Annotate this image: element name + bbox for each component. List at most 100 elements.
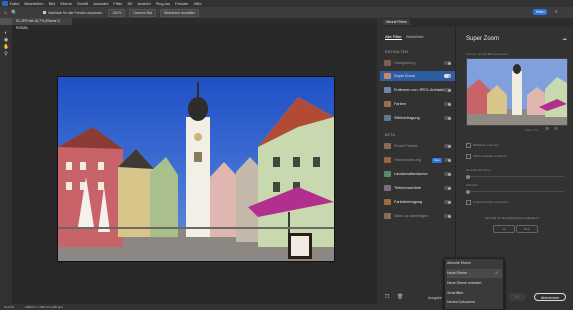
toggle-switch[interactable] <box>444 214 451 218</box>
document-tab[interactable]: 01.JPG bei 16,7% (Ebene 0, RGB/8) <box>12 18 72 30</box>
menu-hilfe[interactable]: Hilfe <box>194 1 202 6</box>
preview-image <box>467 59 567 125</box>
filter-item-stiluebertragung[interactable]: Stilübertragung <box>380 113 455 123</box>
output-option-new-layer[interactable]: Neue Ebene ✓ <box>447 269 502 278</box>
toggle-switch[interactable] <box>444 158 451 162</box>
feedback-yes-button[interactable]: Ja <box>493 225 515 233</box>
layers-icon[interactable]: ❐ <box>384 294 390 300</box>
filter-item-makeup[interactable]: Make-up übertragen <box>380 211 455 221</box>
output-option-new-layer-masked[interactable]: Neue Ebene maskiert <box>447 279 502 288</box>
menu-ebene[interactable]: Ebene <box>60 1 72 6</box>
toggle-switch[interactable] <box>444 144 451 148</box>
option-checkbox-1[interactable] <box>466 143 471 148</box>
photoshop-logo-icon <box>2 1 8 6</box>
toggle-switch[interactable] <box>444 172 451 176</box>
toggle-switch[interactable] <box>444 186 451 190</box>
filter-item-tiefenunschaerfe[interactable]: Tiefenunschärfe <box>380 183 455 193</box>
style-filter-icon <box>384 115 391 121</box>
toggle-switch[interactable] <box>444 74 451 78</box>
menu-3d[interactable]: 3D <box>127 1 132 6</box>
status-zoom[interactable]: 16,67% <box>4 305 14 309</box>
menu-bild[interactable]: Bild <box>49 1 56 6</box>
fit-screen-button[interactable]: Ganzes Bild <box>129 8 157 17</box>
filter-item-farbuebertragung[interactable]: Farbübertragung <box>380 197 455 207</box>
toggle-switch[interactable] <box>444 116 451 120</box>
option-label-3: Gesichtsdetails verbessern <box>473 200 510 204</box>
zoom-tool-icon: 🔍 <box>11 9 18 16</box>
section-beta: BETA <box>385 133 396 137</box>
option-label-2: JPEG-Artefakte entfernen <box>473 154 508 158</box>
output-option-current-layer[interactable]: Aktuelle Ebene <box>447 259 502 268</box>
menu-plugins[interactable]: Plug-ins <box>156 1 170 6</box>
fill-screen-button[interactable]: Bildschirm ausfüllen <box>160 8 200 17</box>
zoom-100-button[interactable]: 100% <box>108 8 126 17</box>
eye-icon[interactable]: ◉ <box>3 37 9 43</box>
filter-item-landschaftsmischer[interactable]: Landschaftsmischer <box>380 169 455 179</box>
tab-warteliste[interactable]: Warteliste <box>406 34 424 39</box>
menu-auswahl[interactable]: Auswahl <box>93 1 108 6</box>
filter-item-farben[interactable]: Farben <box>380 99 455 109</box>
cloud-icon: ☁ <box>562 36 567 42</box>
history-brush-icon[interactable]: ◐ <box>3 30 9 36</box>
hand-tool-icon[interactable]: ✋ <box>3 44 9 50</box>
neural-filters-title: Neural Filters <box>383 19 410 25</box>
harmonize-filter-icon <box>384 157 391 163</box>
toggle-switch[interactable] <box>444 61 451 65</box>
slider-label-noise: Rauschentfernung <box>466 168 491 172</box>
filter-tabs: Alle Filter Warteliste <box>383 34 455 41</box>
options-bar: ⌂ 🔍 Maßstab für alle Fenster anpassen 10… <box>0 7 573 18</box>
jpeg-filter-icon <box>384 87 391 93</box>
menu-bearbeiten[interactable]: Bearbeiten <box>24 1 43 6</box>
noise-slider-knob[interactable] <box>466 174 470 179</box>
menu-datei[interactable]: Datei <box>10 1 19 6</box>
filter-item-jpeg-artefakte[interactable]: Entfernen von JPEG-Artefakten <box>380 85 455 95</box>
trash-icon[interactable]: 🗑 <box>397 294 403 300</box>
feedback-question: Sind Sie mit den Ergebnissen zufrieden? <box>485 216 540 220</box>
zoom-in-icon[interactable]: ⊕ <box>545 126 549 132</box>
document-image <box>57 76 335 262</box>
menu-filter[interactable]: Filter <box>113 1 122 6</box>
filter-title: Super Zoom <box>466 36 500 42</box>
zoom-tool-side-icon[interactable]: ⚲ <box>3 51 9 57</box>
filter-item-hautglaettung[interactable]: Hautglättung <box>380 58 455 68</box>
option-checkbox-3[interactable] <box>466 200 471 205</box>
sharpen-slider-knob[interactable] <box>466 189 470 194</box>
ok-button[interactable]: OK <box>508 293 526 301</box>
portrait-filter-icon <box>384 143 391 149</box>
cancel-button[interactable]: Abbrechen <box>534 293 566 301</box>
toggle-switch[interactable] <box>444 200 451 204</box>
toggle-switch[interactable] <box>444 102 451 106</box>
town-photo <box>58 77 334 261</box>
output-option-new-layer-label: Neue Ebene <box>447 271 467 275</box>
zoom-out-icon[interactable]: ⊖ <box>554 126 558 132</box>
tools-panel <box>0 25 12 304</box>
sharpen-slider-track[interactable] <box>466 189 564 194</box>
menu-schrift[interactable]: Schrift <box>77 1 88 6</box>
zoom-preview[interactable] <box>466 58 568 126</box>
filter-item-smart-portrait[interactable]: Smart Portrait <box>380 141 455 151</box>
option-label-1: Bildfehler entfernen <box>473 143 500 147</box>
filter-subtitle: Zoomen, um das Bild anzupassen <box>466 52 509 56</box>
menu-ansicht[interactable]: Ansicht <box>137 1 150 6</box>
toggle-switch[interactable] <box>444 88 451 92</box>
output-option-new-document[interactable]: Neues Dokument <box>447 298 502 307</box>
skin-filter-icon <box>384 60 391 66</box>
noise-slider-track[interactable] <box>466 174 564 179</box>
filter-item-harmonisierung[interactable]: Harmonisierung Neu <box>380 155 455 165</box>
feedback-no-button[interactable]: Nein <box>516 225 538 233</box>
share-button[interactable]: Teilen <box>533 9 547 15</box>
colorize-filter-icon <box>384 101 391 107</box>
resize-windows-checkbox[interactable] <box>43 11 47 14</box>
filter-item-super-zoom[interactable]: Super Zoom <box>380 71 455 81</box>
resize-windows-label: Maßstab für alle Fenster anpassen <box>48 10 103 15</box>
option-checkbox-2[interactable] <box>466 154 471 159</box>
tab-alle-filter[interactable]: Alle Filter <box>385 34 402 40</box>
output-option-smart-filter[interactable]: Smartfilter <box>447 289 502 298</box>
home-icon[interactable]: ⌂ <box>4 10 7 16</box>
section-featured: ENTHALTEN <box>385 50 409 54</box>
search-icon[interactable]: ⌕ <box>555 9 558 15</box>
zoom-filter-icon <box>384 73 391 79</box>
menu-fenster[interactable]: Fenster <box>175 1 189 6</box>
depth-blur-filter-icon <box>384 185 391 191</box>
status-dimensions: 3000 Px x 2000 Px (300 ppi) <box>25 305 63 309</box>
